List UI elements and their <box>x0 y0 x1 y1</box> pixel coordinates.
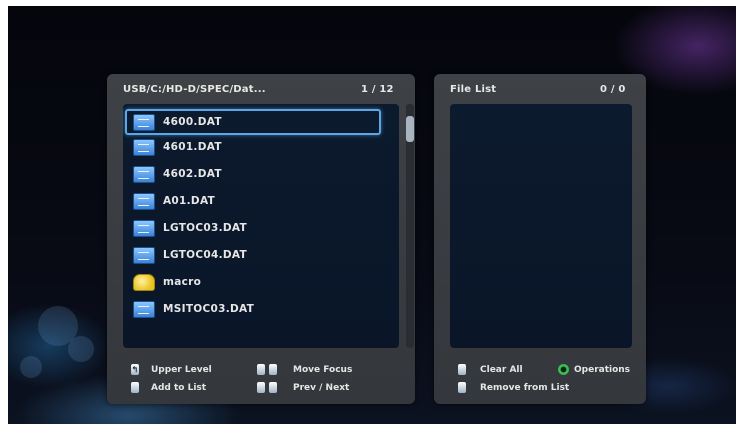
file-item[interactable]: MSITOC03.DAT <box>127 298 377 320</box>
return-key-icon: ↰ <box>131 364 139 375</box>
data-file-icon <box>133 113 155 131</box>
file-list-box: 4600.DAT 4601.DAT 4602.DAT A01.DAT LGTOC… <box>123 104 399 348</box>
file-browser-panel: USB/C:/HD-D/SPEC/Dat... 1 / 12 4600.DAT … <box>107 74 415 404</box>
tv-screen: USB/C:/HD-D/SPEC/Dat... 1 / 12 4600.DAT … <box>8 6 736 424</box>
page-indicator: 1 / 12 <box>361 84 394 95</box>
hint-remove-from-list: Remove from List <box>458 382 569 393</box>
file-name: 4601.DAT <box>163 141 222 153</box>
data-file-icon <box>133 300 155 318</box>
hint-label: Operations <box>574 364 631 375</box>
file-list-title: File List <box>450 84 497 95</box>
file-list-box[interactable] <box>450 104 632 348</box>
file-name: A01.DAT <box>163 195 216 207</box>
folder-item[interactable]: macro <box>127 271 377 293</box>
file-name: 4602.DAT <box>163 168 222 180</box>
right-key-icon <box>269 364 277 375</box>
file-item[interactable]: 4602.DAT <box>127 163 377 185</box>
folder-name: macro <box>163 276 202 288</box>
data-file-icon <box>133 165 155 183</box>
hint-label: Add to List <box>151 382 207 393</box>
file-item[interactable]: 4600.DAT <box>125 109 381 135</box>
next-key-icon <box>269 382 277 393</box>
data-file-icon <box>133 192 155 210</box>
data-file-icon <box>133 138 155 156</box>
scrollbar[interactable] <box>406 104 414 348</box>
hint-label: Prev / Next <box>293 382 350 393</box>
scrollbar-thumb[interactable] <box>406 116 414 142</box>
hint-prev-next: Prev / Next <box>257 382 349 393</box>
play-key-icon <box>131 382 139 393</box>
file-item[interactable]: A01.DAT <box>127 190 377 212</box>
background-bokeh <box>68 336 94 362</box>
file-name: LGTOC04.DAT <box>163 249 248 261</box>
remove-key-icon <box>458 382 466 393</box>
file-list-panel: File List 0 / 0 Clear All Operations Rem… <box>434 74 646 404</box>
hint-label: Clear All <box>480 364 523 375</box>
hint-label: Move Focus <box>293 364 353 375</box>
file-list-count: 0 / 0 <box>600 84 626 95</box>
current-path: USB/C:/HD-D/SPEC/Dat... <box>123 84 266 95</box>
file-name: MSITOC03.DAT <box>163 303 255 315</box>
hint-label: Upper Level <box>151 364 212 375</box>
file-item[interactable]: LGTOC04.DAT <box>127 244 377 266</box>
background-bokeh <box>20 356 42 378</box>
hint-clear-all: Clear All <box>458 364 523 375</box>
file-name: LGTOC03.DAT <box>163 222 248 234</box>
stop-key-icon <box>458 364 466 375</box>
file-item[interactable]: LGTOC03.DAT <box>127 217 377 239</box>
data-file-icon <box>133 246 155 264</box>
hint-add-to-list: Add to List <box>131 382 206 393</box>
prev-key-icon <box>257 382 265 393</box>
hint-label: Remove from List <box>480 382 570 393</box>
file-name: 4600.DAT <box>163 116 222 128</box>
folder-icon <box>133 273 155 291</box>
hint-operations: Operations <box>558 364 630 375</box>
hint-upper-level: ↰ Upper Level <box>131 364 212 375</box>
data-file-icon <box>133 219 155 237</box>
left-key-icon <box>257 364 265 375</box>
green-key-icon <box>558 364 569 375</box>
hint-move-focus: Move Focus <box>257 364 352 375</box>
file-item[interactable]: 4601.DAT <box>127 136 377 158</box>
